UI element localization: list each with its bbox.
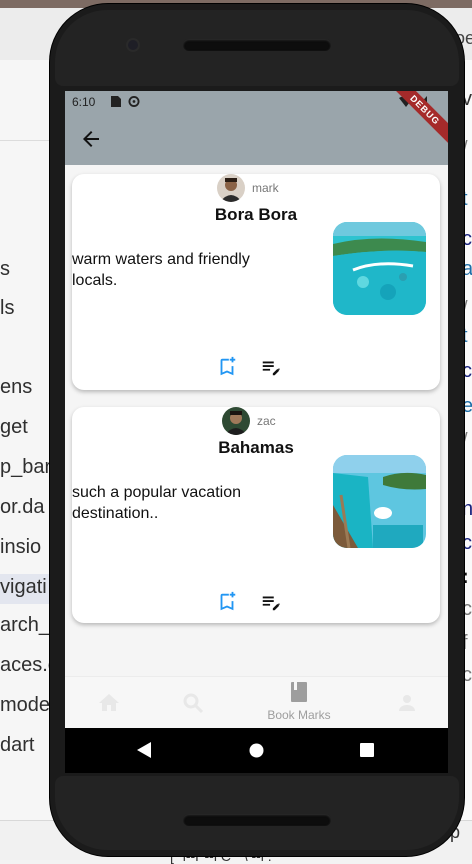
post-description: such a popular vacation destination.. <box>72 484 241 522</box>
avatar <box>222 407 250 435</box>
recents-square-icon[interactable] <box>360 743 374 757</box>
system-navigation-bar <box>65 728 448 773</box>
post-card[interactable]: mark Bora Bora warm waters and friendly … <box>72 174 440 390</box>
back-arrow-icon[interactable] <box>79 127 103 151</box>
playlist-edit-icon[interactable] <box>260 356 282 378</box>
author-name[interactable]: zac <box>257 414 276 428</box>
app-bar <box>65 113 448 165</box>
ide-file-item[interactable]: s <box>0 258 10 281</box>
search-icon[interactable] <box>163 677 223 729</box>
phone-screen: 6:10 DEBUG mark Bora Bora warm waters an… <box>65 91 448 773</box>
phone-camera <box>128 40 138 50</box>
ide-file-item[interactable]: or.da <box>0 496 44 519</box>
home-circle-icon[interactable] <box>249 743 264 758</box>
post-description: warm waters and friendly locals. <box>72 251 250 289</box>
phone-bottom-speaker <box>183 814 331 826</box>
ide-file-item[interactable]: get <box>0 416 28 439</box>
bora-bora-photo-icon <box>333 222 426 315</box>
ide-file-item[interactable]: ls <box>0 297 14 320</box>
post-card[interactable]: zac Bahamas such a popular vacation dest… <box>72 407 440 623</box>
ide-file-item[interactable]: dart <box>0 734 34 757</box>
ide-file-item[interactable]: mode <box>0 694 50 717</box>
data-saver-icon <box>128 96 140 107</box>
post-image[interactable] <box>333 222 426 315</box>
avatar <box>217 174 245 202</box>
bookmark-add-icon[interactable] <box>216 591 238 613</box>
ide-file-item[interactable]: arch_r <box>0 614 57 637</box>
bottom-navigation: Book Marks <box>65 676 448 729</box>
sim-card-icon <box>111 96 121 107</box>
post-image[interactable] <box>333 455 426 548</box>
person-icon[interactable] <box>377 677 437 729</box>
ide-file-item[interactable]: ens <box>0 376 32 399</box>
ide-file-item[interactable]: insio <box>0 536 41 559</box>
nav-label-book-marks[interactable]: Book Marks <box>249 708 349 722</box>
author-name[interactable]: mark <box>252 181 279 195</box>
bahamas-photo-icon <box>333 455 426 548</box>
playlist-edit-icon[interactable] <box>260 591 282 613</box>
back-triangle-icon[interactable] <box>137 742 151 758</box>
phone-bottom-bezel <box>55 776 459 850</box>
bookmark-add-icon[interactable] <box>216 356 238 378</box>
home-icon[interactable] <box>79 677 139 729</box>
status-bar: 6:10 <box>65 91 448 113</box>
status-time: 6:10 <box>72 95 96 109</box>
ide-file-item[interactable]: p_bar <box>0 456 51 479</box>
phone-speaker <box>183 39 331 51</box>
